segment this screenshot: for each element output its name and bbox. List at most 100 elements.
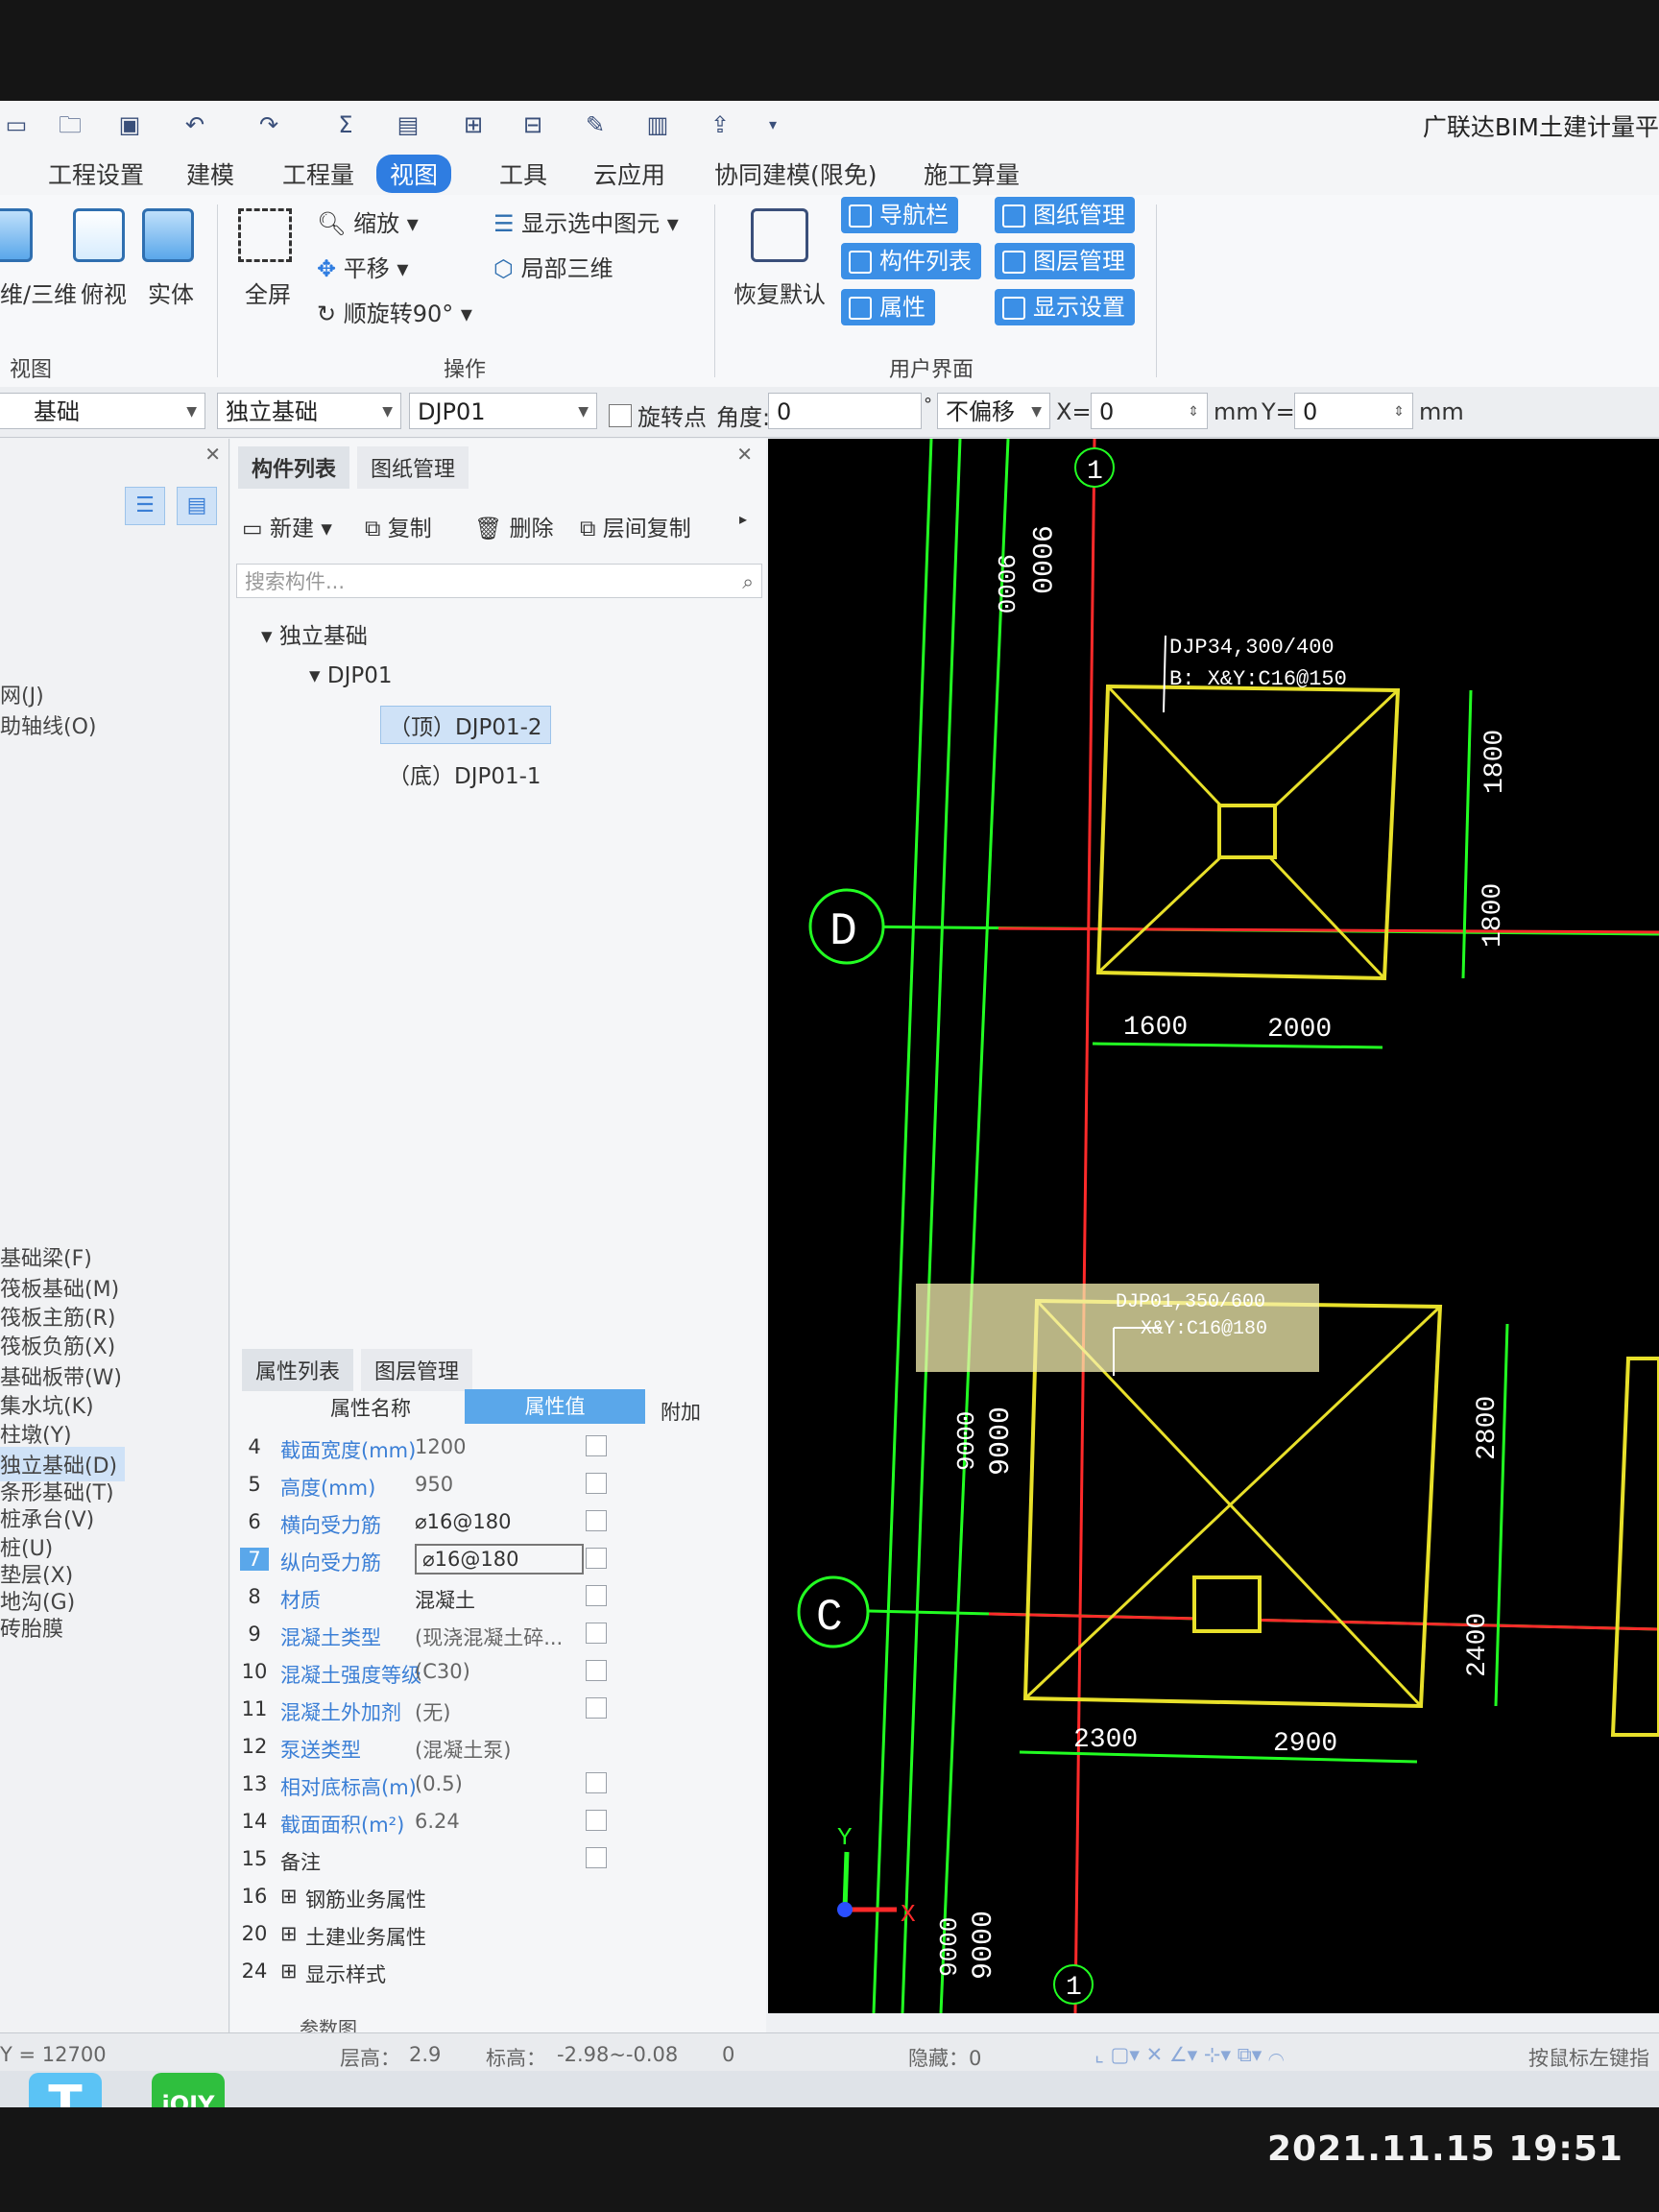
search-input[interactable]: 搜索构件... ⌕	[236, 564, 762, 598]
delete-button[interactable]: 🗑︎ 删除	[474, 510, 554, 542]
property-row[interactable]: 12 泵送类型 (混凝土泵)	[240, 1727, 739, 1764]
property-row[interactable]: 8 材质 混凝土	[240, 1577, 739, 1614]
property-row[interactable]: 9 混凝土类型 (现浇混凝土碎...	[240, 1615, 739, 1651]
spinner-icon[interactable]: ⇕	[1393, 394, 1405, 430]
angle-input[interactable]: 0	[768, 393, 922, 429]
category-select[interactable]: 基础 ▼	[0, 393, 205, 429]
sum-icon[interactable]: Σ	[331, 110, 360, 139]
property-value[interactable]: 1200	[415, 1435, 466, 1458]
property-row[interactable]: 16 ⊞ 钢筋业务属性	[240, 1877, 739, 1913]
extra-checkbox[interactable]	[586, 1623, 607, 1644]
detail-view-icon[interactable]: ▤	[177, 487, 217, 525]
fullscreen-icon[interactable]	[238, 208, 292, 262]
properties-button[interactable]: 属性	[841, 289, 935, 325]
property-value[interactable]: ⌀16@180	[415, 1510, 511, 1533]
property-row[interactable]: 4 截面宽度(mm) 1200	[240, 1428, 739, 1464]
solid-icon[interactable]	[142, 208, 194, 262]
nav-item[interactable]: 砖胎膜	[0, 1612, 63, 1643]
offset-select[interactable]: 不偏移 ▼	[937, 393, 1050, 429]
nav-item[interactable]: 柱墩(Y)	[0, 1418, 72, 1449]
extra-checkbox[interactable]	[586, 1435, 607, 1456]
2d-3d-button[interactable]: 维/三维	[0, 276, 77, 309]
folder-icon[interactable]: 🗀	[56, 110, 84, 139]
extra-checkbox[interactable]	[586, 1810, 607, 1831]
y-input[interactable]: 0 ⇕	[1294, 393, 1413, 429]
tab-quantity[interactable]: 工程量	[269, 155, 368, 193]
app-t-icon[interactable]: T	[29, 2073, 102, 2107]
layer-copy-button[interactable]: ⧉ 层间复制	[580, 510, 691, 542]
rotate-button[interactable]: ↻ 顺旋转90° ▾	[317, 295, 472, 328]
property-value[interactable]: (现浇混凝土碎...	[415, 1623, 563, 1651]
tab-property-list[interactable]: 属性列表	[242, 1349, 354, 1391]
nav-item[interactable]: 网(J)	[0, 679, 44, 709]
property-row[interactable]: 24 ⊞ 显示样式	[240, 1952, 739, 1988]
property-value[interactable]: (混凝土泵)	[415, 1735, 511, 1764]
undo-icon[interactable]: ↶	[180, 110, 209, 139]
extra-checkbox[interactable]	[586, 1548, 607, 1569]
property-value[interactable]: ⌀16@180	[415, 1544, 584, 1575]
expand-icon[interactable]: ⊞	[280, 1885, 298, 1908]
open-icon[interactable]: ▭	[2, 110, 31, 139]
film-icon[interactable]: ▥	[643, 110, 672, 139]
extra-checkbox[interactable]	[586, 1772, 607, 1793]
property-row[interactable]: 20 ⊞ 土建业务属性	[240, 1914, 739, 1951]
restore-default-button[interactable]: 恢复默认	[733, 276, 826, 309]
customize-icon[interactable]: ▾	[758, 110, 787, 139]
2d-3d-icon[interactable]	[0, 208, 33, 262]
close-icon[interactable]: ✕	[736, 443, 753, 466]
property-row[interactable]: 5 高度(mm) 950	[240, 1465, 739, 1502]
property-row[interactable]: 10 混凝土强度等级 (C30)	[240, 1652, 739, 1689]
extra-checkbox[interactable]	[586, 1660, 607, 1681]
property-row[interactable]: 13 相对底标高(m) (0.5)	[240, 1765, 739, 1801]
nav-item[interactable]: 基础梁(F)	[0, 1241, 92, 1272]
fullscreen-button[interactable]: 全屏	[245, 276, 291, 309]
close-icon[interactable]: ✕	[204, 443, 221, 466]
rotate-point-checkbox[interactable]	[609, 404, 632, 427]
property-value[interactable]: 混凝土	[415, 1585, 475, 1614]
show-selected-button[interactable]: ☰ 显示选中图元 ▾	[493, 204, 679, 238]
copy-button[interactable]: ⧉ 复制	[365, 510, 432, 542]
more-icon[interactable]: ▸	[739, 510, 747, 528]
extra-checkbox[interactable]	[586, 1697, 607, 1719]
pen-icon[interactable]: ✎	[581, 110, 610, 139]
drawing-canvas[interactable]: 9000 9000 9000 9000 9000 9000 1 1 D C DJ…	[768, 439, 1659, 2013]
property-row[interactable]: 7 纵向受力筋 ⌀16@180	[240, 1540, 739, 1576]
tab-layer-mgmt[interactable]: 图层管理	[361, 1349, 473, 1391]
nav-item[interactable]: 桩承台(V)	[0, 1503, 94, 1533]
tab-drawing-mgmt[interactable]: 图纸管理	[357, 446, 469, 489]
property-row[interactable]: 15 备注	[240, 1839, 739, 1876]
zoom-button[interactable]: 🔍︎ 缩放 ▾	[317, 204, 419, 238]
grid-icon[interactable]: ⊟	[518, 110, 547, 139]
tab-component-list[interactable]: 构件列表	[238, 446, 350, 489]
layer-mgmt-button[interactable]: 图层管理	[995, 243, 1135, 279]
tree-child[interactable]: ▾ DJP01	[309, 663, 393, 688]
property-value[interactable]: 950	[415, 1473, 453, 1496]
table-icon[interactable]: ⊞	[459, 110, 488, 139]
top-view-button[interactable]: 俯视	[81, 276, 127, 309]
extra-checkbox[interactable]	[586, 1473, 607, 1494]
top-view-icon[interactable]	[73, 208, 125, 262]
extra-checkbox[interactable]	[586, 1510, 607, 1531]
property-value[interactable]: (0.5)	[415, 1772, 463, 1795]
expand-icon[interactable]: ⊞	[280, 1960, 298, 1983]
nav-item[interactable]: 基础板带(W)	[0, 1360, 122, 1391]
tree-leaf-bottom[interactable]: （底）DJP01-1	[388, 757, 541, 790]
expand-icon[interactable]: ⊞	[280, 1922, 298, 1945]
extra-checkbox[interactable]	[586, 1847, 607, 1868]
x-input[interactable]: 0 ⇕	[1091, 393, 1208, 429]
restore-default-icon[interactable]	[751, 208, 808, 262]
property-value[interactable]: (无)	[415, 1697, 450, 1726]
export-icon[interactable]: ⇪	[706, 110, 734, 139]
component-list-button[interactable]: 构件列表	[841, 243, 981, 279]
solid-button[interactable]: 实体	[148, 276, 194, 309]
property-row[interactable]: 14 截面面积(m²) 6.24	[240, 1802, 739, 1839]
tree-root[interactable]: ▾ 独立基础	[261, 617, 368, 650]
tab-project-settings[interactable]: 工程设置	[35, 155, 157, 193]
partial-3d-button[interactable]: ⬡ 局部三维	[493, 250, 613, 283]
tab-cloud[interactable]: 云应用	[580, 155, 679, 193]
tab-construction[interactable]: 施工算量	[910, 155, 1033, 193]
report-icon[interactable]: ▤	[394, 110, 422, 139]
nav-item[interactable]: 筏板负筋(X)	[0, 1330, 115, 1360]
new-button[interactable]: ▭ 新建 ▾	[242, 510, 332, 542]
nav-item[interactable]: 集水坑(K)	[0, 1389, 94, 1420]
